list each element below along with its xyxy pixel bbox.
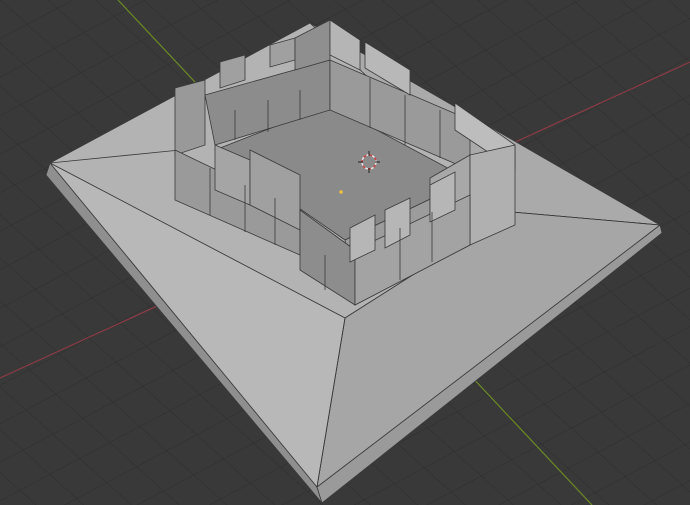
object-origin (339, 190, 343, 194)
3d-viewport[interactable] (0, 0, 690, 505)
viewport-canvas[interactable] (0, 0, 690, 505)
